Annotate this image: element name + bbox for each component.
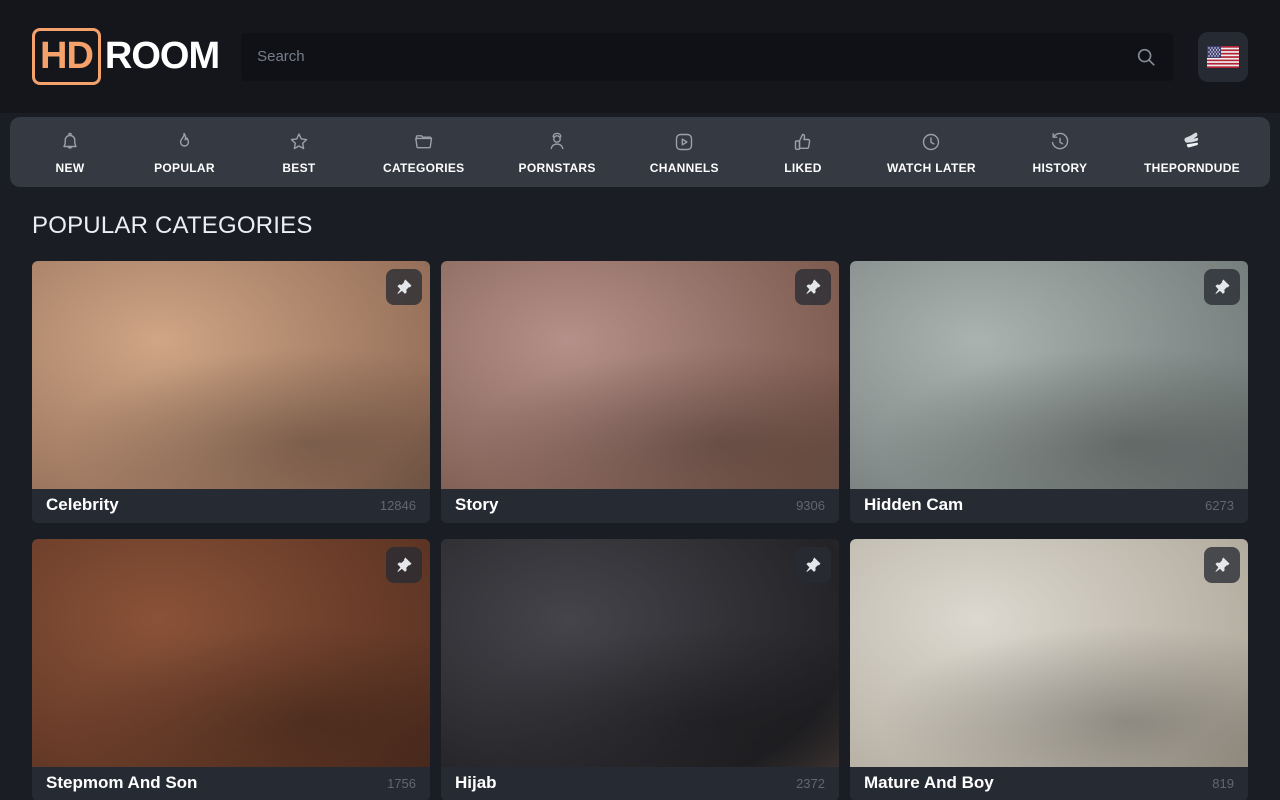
main-content: POPULAR CATEGORIES Celebrity 12846 [0,212,1280,800]
hand-logo-icon [1180,130,1204,154]
thumbs-up-icon [791,130,815,154]
nav-label: LIKED [784,161,822,175]
page-title: POPULAR CATEGORIES [32,212,1248,240]
search-icon[interactable] [1135,46,1157,68]
category-count: 2372 [796,776,825,791]
play-square-icon [672,130,696,154]
category-thumbnail[interactable] [441,261,839,489]
us-flag-icon [1207,46,1239,68]
category-title[interactable]: Story [455,495,498,515]
category-card-stepmom-and-son[interactable]: Stepmom And Son 1756 [32,539,430,800]
pin-button[interactable] [386,547,422,583]
category-card-hijab[interactable]: Hijab 2372 [441,539,839,800]
category-title[interactable]: Mature And Boy [864,773,994,793]
category-card-story[interactable]: Story 9306 [441,261,839,523]
pushpin-icon [394,555,414,575]
nav-item-new[interactable]: NEW [40,130,100,175]
category-count: 819 [1212,776,1234,791]
nav-item-watch-later[interactable]: WATCH LATER [887,130,976,175]
nav-item-liked[interactable]: LIKED [773,130,833,175]
nav-item-history[interactable]: HISTORY [1030,130,1090,175]
nav-item-pornstars[interactable]: PORNSTARS [519,130,596,175]
nav-item-popular[interactable]: POPULAR [154,130,215,175]
category-thumbnail[interactable] [441,539,839,767]
nav-item-theporndude[interactable]: THEPORNDUDE [1144,130,1240,175]
nav-label: PORNSTARS [519,161,596,175]
history-clock-icon [1048,130,1072,154]
category-thumbnail[interactable] [32,261,430,489]
category-count: 6273 [1205,498,1234,513]
nav-label: CATEGORIES [383,161,464,175]
nav-item-categories[interactable]: CATEGORIES [383,130,464,175]
category-grid: Celebrity 12846 Story 9306 [32,261,1248,800]
category-card-footer: Mature And Boy 819 [850,767,1248,800]
category-thumbnail[interactable] [32,539,430,767]
nav-label: BEST [282,161,315,175]
category-count: 12846 [380,498,416,513]
pin-button[interactable] [795,269,831,305]
language-flag-button[interactable] [1198,32,1248,82]
pin-button[interactable] [795,547,831,583]
pushpin-icon [1212,277,1232,297]
nav-label: HISTORY [1033,161,1088,175]
flame-icon [172,130,196,154]
nav-item-best[interactable]: BEST [269,130,329,175]
category-card-footer: Celebrity 12846 [32,489,430,523]
search-bar [241,33,1173,81]
star-icon [287,130,311,154]
pushpin-icon [394,277,414,297]
logo-room-text: ROOM [105,35,219,78]
nav-label: WATCH LATER [887,161,976,175]
nav-label: POPULAR [154,161,215,175]
clock-icon [919,130,943,154]
nav-label: NEW [56,161,85,175]
site-logo[interactable]: HD ROOM [32,28,219,85]
category-title[interactable]: Celebrity [46,495,119,515]
pin-button[interactable] [1204,547,1240,583]
folder-icon [412,130,436,154]
nav-label: THEPORNDUDE [1144,161,1240,175]
main-navigation: NEW POPULAR BEST CATEGORIES PORNSTARS [10,117,1270,187]
category-card-hidden-cam[interactable]: Hidden Cam 6273 [850,261,1248,523]
category-card-footer: Story 9306 [441,489,839,523]
nav-label: CHANNELS [650,161,719,175]
category-card-footer: Hidden Cam 6273 [850,489,1248,523]
category-count: 1756 [387,776,416,791]
pin-button[interactable] [386,269,422,305]
pin-button[interactable] [1204,269,1240,305]
category-title[interactable]: Stepmom And Son [46,773,197,793]
person-icon [545,130,569,154]
logo-hd-text: HD [32,28,101,85]
category-card-mature-and-boy[interactable]: Mature And Boy 819 [850,539,1248,800]
category-thumbnail[interactable] [850,261,1248,489]
pushpin-icon [1212,555,1232,575]
category-card-celebrity[interactable]: Celebrity 12846 [32,261,430,523]
search-input[interactable] [257,48,1135,65]
category-title[interactable]: Hijab [455,773,497,793]
category-thumbnail[interactable] [850,539,1248,767]
category-count: 9306 [796,498,825,513]
category-card-footer: Stepmom And Son 1756 [32,767,430,800]
category-title[interactable]: Hidden Cam [864,495,963,515]
bell-icon [58,130,82,154]
pushpin-icon [803,277,823,297]
category-card-footer: Hijab 2372 [441,767,839,800]
pushpin-icon [803,555,823,575]
nav-item-channels[interactable]: CHANNELS [650,130,719,175]
top-bar: HD ROOM [0,0,1280,113]
